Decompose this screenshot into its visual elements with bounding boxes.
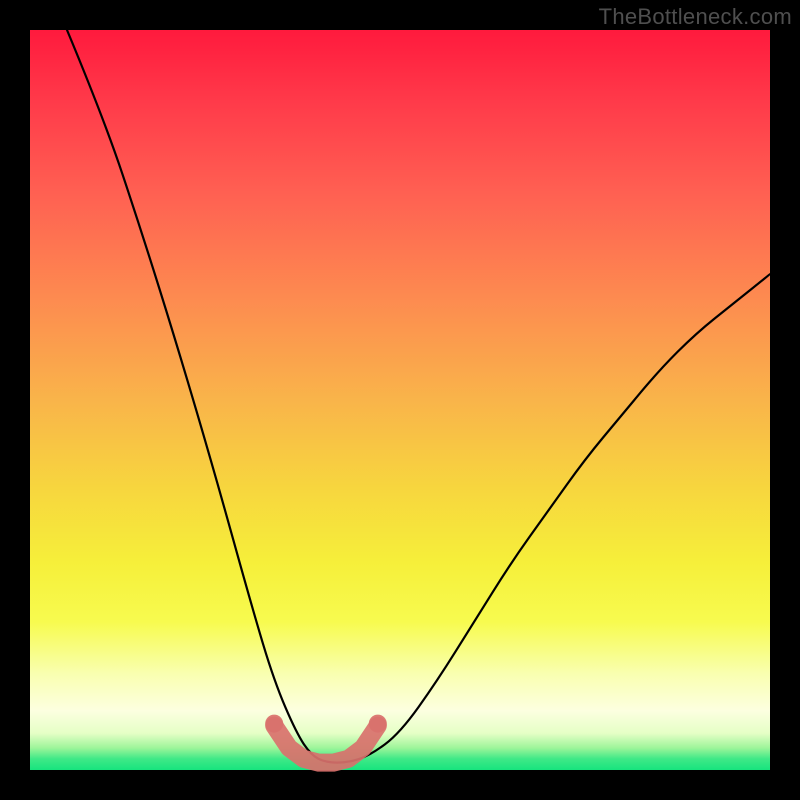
chart-frame: TheBottleneck.com bbox=[0, 0, 800, 800]
watermark-text: TheBottleneck.com bbox=[599, 4, 792, 30]
curve-svg bbox=[30, 30, 770, 770]
plot-area bbox=[30, 30, 770, 770]
bottleneck-curve bbox=[67, 30, 770, 763]
